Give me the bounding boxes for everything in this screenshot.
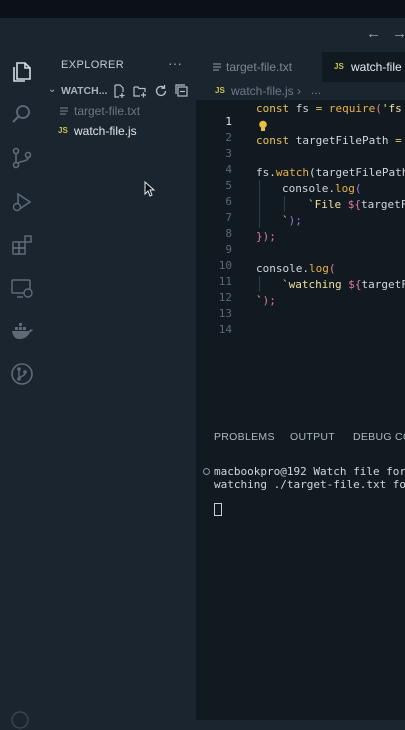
code-line: 2	[196, 118, 405, 144]
extensions-icon[interactable]	[9, 232, 35, 258]
source-control-icon[interactable]	[9, 145, 35, 171]
code-line: 10	[196, 246, 405, 272]
folder-name: WATCH...	[61, 85, 108, 97]
more-actions-icon[interactable]: ···	[168, 55, 182, 71]
breadcrumb-symbol[interactable]: ...	[311, 83, 321, 97]
tab-output[interactable]: OUTPUT	[290, 431, 335, 443]
folder-row-watch[interactable]: ⌄ WATCH...	[44, 81, 196, 101]
collapse-all-icon[interactable]	[175, 84, 189, 98]
code-text: console.log(	[282, 182, 362, 195]
lightbulb-icon[interactable]	[258, 120, 268, 132]
breadcrumb: JS watch-file.js › ...	[196, 82, 405, 100]
code-text: `File ${targetF	[308, 198, 405, 211]
terminal-line: watching ./target-file.txt for	[214, 478, 405, 491]
lines-icon	[60, 107, 68, 115]
code-text: });	[256, 230, 276, 243]
refresh-icon[interactable]	[154, 84, 168, 98]
file-item-watch[interactable]: JS watch-file.js	[44, 121, 196, 141]
code-line: 13 `);	[196, 294, 405, 320]
search-icon[interactable]	[9, 101, 35, 127]
js-icon: JS	[334, 62, 344, 71]
forward-arrow-icon[interactable]: →	[392, 26, 405, 42]
editor-tabs: target-file.txt JS watch-file	[196, 52, 405, 82]
code-text: console.log(	[256, 262, 336, 275]
breadcrumb-file[interactable]: watch-file.js	[231, 84, 294, 98]
code-line: 9 });	[196, 230, 405, 256]
code-line: 11 console.log(	[196, 262, 405, 288]
code-line: 4	[196, 150, 405, 176]
file-item-target[interactable]: target-file.txt	[44, 101, 196, 121]
code-editor[interactable]: 1 const fs = require('fs 2 3 const targe…	[196, 100, 405, 422]
tab-debug-console[interactable]: DEBUG CO	[353, 431, 405, 443]
new-file-icon[interactable]	[112, 84, 126, 98]
code-line: 1 const fs = require('fs	[196, 102, 405, 128]
tab-label: watch-file	[351, 60, 402, 74]
tab-label: target-file.txt	[226, 60, 293, 74]
file-name: target-file.txt	[74, 104, 141, 118]
code-line: 8 `);	[196, 214, 405, 240]
code-line: 12 `watching ${targetFil	[196, 278, 405, 304]
remote-explorer-icon[interactable]	[9, 275, 35, 301]
terminal-cursor[interactable]	[214, 503, 222, 516]
tab-problems[interactable]: PROBLEMS	[214, 431, 275, 443]
explorer-sidebar: EXPLORER ··· ⌄ WATCH... target-file.txt	[44, 52, 196, 720]
mouse-pointer-icon	[144, 181, 156, 197]
back-arrow-icon[interactable]: ←	[366, 26, 381, 42]
title-bar	[0, 18, 405, 52]
code-line: 5 fs.watch(targetFilePath	[196, 166, 405, 192]
new-folder-icon[interactable]	[133, 84, 147, 98]
code-text: `);	[282, 214, 302, 227]
account-icon[interactable]	[10, 710, 30, 730]
file-name: watch-file.js	[74, 124, 137, 138]
explorer-title: EXPLORER	[61, 59, 125, 71]
code-text: const fs = require('fs	[256, 102, 402, 115]
js-icon: JS	[58, 126, 68, 135]
breadcrumb-separator: ›	[297, 84, 301, 98]
code-line: 6 console.log(	[196, 182, 405, 208]
tab-watch-file[interactable]: JS watch-file	[322, 52, 405, 82]
bottom-panel: PROBLEMS OUTPUT DEBUG CO macbookpro@192 …	[196, 422, 405, 720]
code-text: `);	[256, 294, 276, 307]
docker-icon[interactable]	[9, 318, 35, 344]
chevron-down-icon: ⌄	[48, 84, 57, 95]
code-line: 14	[196, 310, 405, 336]
activity-bar	[0, 52, 44, 729]
line-number: 14	[218, 323, 232, 336]
terminal-line: macbookpro@192 Watch file for	[214, 465, 405, 478]
run-debug-icon[interactable]	[9, 189, 35, 215]
tab-target-file[interactable]: target-file.txt	[196, 52, 322, 82]
git-graph-icon[interactable]	[9, 361, 35, 387]
code-text: `watching ${targetFil	[282, 278, 405, 291]
code-text: const targetFilePath =	[256, 134, 402, 147]
code-line: 3 const targetFilePath =	[196, 134, 405, 160]
top-status-strip	[0, 0, 405, 18]
js-icon: JS	[215, 86, 225, 95]
code-text: fs.watch(targetFilePath	[256, 166, 405, 179]
terminal-status-icon	[203, 468, 210, 475]
lines-icon	[213, 63, 221, 71]
code-line: 7 `File ${targetF	[196, 198, 405, 224]
explorer-files-icon[interactable]	[9, 59, 35, 85]
